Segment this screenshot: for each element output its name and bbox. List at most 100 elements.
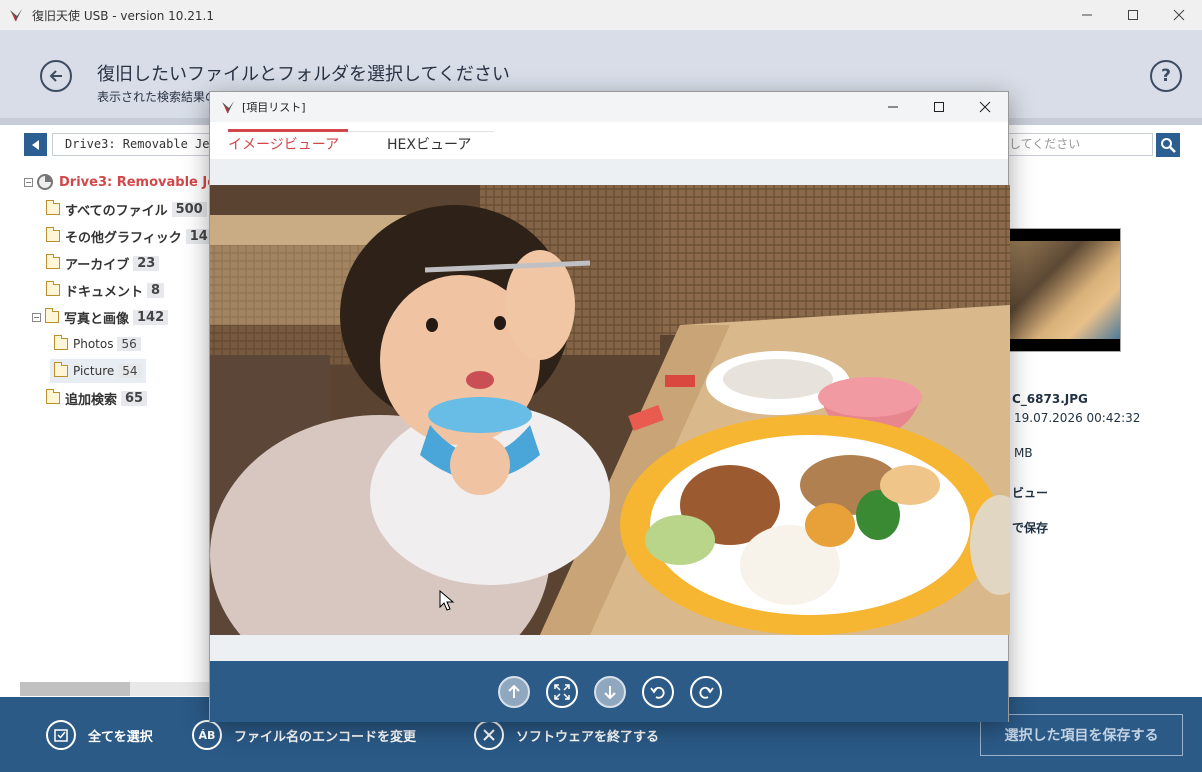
preview-link[interactable]: ビュー xyxy=(1012,484,1048,501)
window-titlebar: 復旧天使 USB - version 10.21.1 xyxy=(0,0,1202,30)
tree-item-count: 142 xyxy=(133,309,169,325)
rotate-right-button[interactable] xyxy=(690,676,722,708)
exit-button[interactable]: ソフトウェアを終了する xyxy=(474,719,659,751)
file-size: MB xyxy=(1014,446,1033,460)
rotate-left-button[interactable] xyxy=(642,676,674,708)
maximize-button[interactable] xyxy=(1110,0,1156,30)
tree-item-documents[interactable]: ドキュメント 8 xyxy=(46,278,165,302)
viewer-top-strip xyxy=(210,160,1008,185)
folder-icon xyxy=(54,362,68,377)
expand-icon xyxy=(554,684,570,700)
scrollbar-thumb[interactable] xyxy=(20,682,130,696)
rotate-right-icon xyxy=(699,686,714,699)
exit-label: ソフトウェアを終了する xyxy=(516,729,660,745)
tree-item-count: 65 xyxy=(121,390,148,406)
dialog-titlebar: [項目リスト] xyxy=(210,92,1008,122)
tree-item-count: 54 xyxy=(118,364,142,378)
tree-item-photos-images[interactable]: − 写真と画像 142 xyxy=(32,305,169,329)
page-subtitle: 表示された検索結果の xyxy=(97,90,218,104)
encoding-icon: ÁB xyxy=(192,720,222,750)
tree-item-label: Photos xyxy=(73,337,114,351)
minimize-button[interactable] xyxy=(1064,0,1110,30)
drive-icon xyxy=(37,174,53,190)
close-button[interactable] xyxy=(1156,0,1202,30)
tree-root-label: Drive3: Removable Je xyxy=(59,174,217,190)
triangle-left-icon xyxy=(31,139,39,150)
tree-item-count: 14 xyxy=(185,228,212,244)
photo-illustration xyxy=(210,185,1010,635)
maximize-icon xyxy=(1128,10,1138,20)
image-preview[interactable] xyxy=(210,185,1010,635)
horizontal-scrollbar[interactable] xyxy=(20,682,210,696)
app-logo-icon xyxy=(222,101,234,114)
select-all-button[interactable]: 全てを選択 xyxy=(46,719,153,751)
tree-item-label: その他グラフィック xyxy=(65,230,182,246)
select-all-label: 全てを選択 xyxy=(88,729,153,745)
tab-image-viewer[interactable]: イメージビューア xyxy=(228,130,339,158)
close-icon xyxy=(1173,9,1185,21)
dialog-close-button[interactable] xyxy=(962,92,1008,122)
tree-item-count: 23 xyxy=(133,255,160,271)
dialog-minimize-button[interactable] xyxy=(870,92,916,122)
arrow-down-icon xyxy=(604,686,616,700)
tree-item-label: ドキュメント xyxy=(65,284,144,300)
arrow-left-icon xyxy=(49,70,62,82)
folder-icon xyxy=(46,227,60,242)
app-logo-icon xyxy=(10,9,22,22)
help-button[interactable]: ? xyxy=(1150,60,1182,92)
change-encoding-button[interactable]: ÁB ファイル名のエンコードを変更 xyxy=(192,719,416,751)
back-button[interactable] xyxy=(40,60,72,92)
nav-back-button[interactable] xyxy=(24,133,47,156)
maximize-icon xyxy=(934,102,944,112)
collapse-icon[interactable]: − xyxy=(24,177,33,187)
tree-item-label: 追加検索 xyxy=(65,392,118,408)
minimize-icon xyxy=(888,106,898,108)
page-title: 復旧したいファイルとフォルダを選択してください xyxy=(97,64,510,85)
tab-hex-viewer[interactable]: HEXビューア xyxy=(387,130,471,158)
tree-item-count: 500 xyxy=(171,201,207,217)
file-name: C_6873.JPG xyxy=(1012,392,1088,406)
tree-item-count: 8 xyxy=(147,282,165,298)
search-input[interactable]: してください xyxy=(998,133,1153,156)
next-image-button[interactable] xyxy=(594,676,626,708)
tree-item-other-graphics[interactable]: その他グラフィック 14 xyxy=(46,224,212,248)
folder-icon xyxy=(46,389,60,404)
change-encoding-label: ファイル名のエンコードを変更 xyxy=(234,729,417,745)
tree-item-count: 56 xyxy=(117,337,141,351)
folder-icon xyxy=(46,254,60,269)
select-all-icon xyxy=(46,720,76,750)
thumbnail-image xyxy=(1009,241,1120,339)
tree-item-archive[interactable]: アーカイブ 23 xyxy=(46,251,160,275)
fit-screen-button[interactable] xyxy=(546,676,578,708)
dialog-maximize-button[interactable] xyxy=(916,92,962,122)
folder-icon xyxy=(46,200,60,215)
tree-item-photos[interactable]: Photos 56 xyxy=(54,332,141,356)
tree-item-additional-search[interactable]: 追加検索 65 xyxy=(46,386,148,410)
question-icon: ? xyxy=(1161,66,1171,86)
save-selected-button[interactable]: 選択した項目を保存する xyxy=(980,714,1183,756)
folder-icon xyxy=(45,308,59,323)
tree-item-picture[interactable]: Picture 54 xyxy=(50,359,146,383)
rotate-left-icon xyxy=(650,686,665,699)
previous-image-button[interactable] xyxy=(498,676,530,708)
viewer-bottom-strip xyxy=(210,635,1008,661)
file-thumbnail[interactable] xyxy=(1008,228,1121,352)
tree-item-label: アーカイブ xyxy=(65,257,130,273)
collapse-icon[interactable]: − xyxy=(32,312,41,322)
item-viewer-dialog: [項目リスト] イメージビューア HEXビューア xyxy=(209,91,1010,722)
save-link[interactable]: で保存 xyxy=(1012,519,1048,536)
file-date: 19.07.2026 00:42:32 xyxy=(1014,411,1141,425)
mouse-cursor-icon xyxy=(439,590,455,611)
minimize-icon xyxy=(1082,14,1092,16)
tree-item-label: 写真と画像 xyxy=(64,311,130,327)
tree-root[interactable]: − Drive3: Removable Je xyxy=(24,170,216,194)
dialog-title: [項目リスト] xyxy=(242,101,306,114)
arrow-up-icon xyxy=(508,684,520,698)
viewer-tabs: イメージビューア HEXビューア xyxy=(210,122,1008,160)
folder-icon xyxy=(54,335,68,350)
tree-item-all-files[interactable]: すべてのファイル 500 xyxy=(46,197,207,221)
search-button[interactable] xyxy=(1156,133,1180,157)
folder-icon xyxy=(46,281,60,296)
tree-item-label: すべてのファイル xyxy=(65,203,168,219)
viewer-toolbar xyxy=(210,661,1008,722)
